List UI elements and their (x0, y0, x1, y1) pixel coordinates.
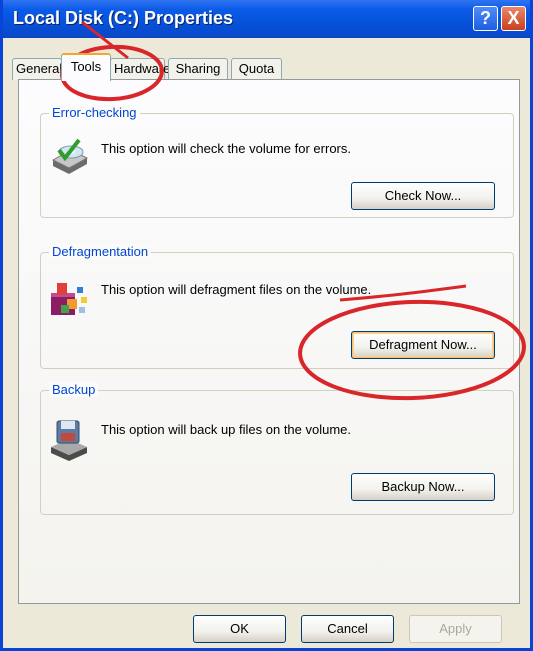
tab-strip: General Tools Hardware Sharing Quota (12, 53, 532, 81)
error-checking-group: Error-checking This option will check th… (40, 105, 514, 218)
defragment-icon (51, 283, 87, 315)
tab-quota[interactable]: Quota (231, 58, 282, 80)
defragmentation-description: This option will defragment files on the… (101, 282, 372, 297)
properties-dialog: Local Disk (C:) Properties ? X General T… (0, 0, 533, 651)
apply-button[interactable]: Apply (409, 615, 502, 643)
backup-legend: Backup (49, 382, 99, 397)
check-now-button[interactable]: Check Now... (351, 182, 495, 210)
help-button[interactable]: ? (473, 6, 498, 31)
defragmentation-legend: Defragmentation (49, 244, 152, 259)
tools-tab-panel: Error-checking This option will check th… (18, 79, 520, 604)
defragment-now-button[interactable]: Defragment Now... (351, 331, 495, 359)
tab-general[interactable]: General (12, 58, 62, 80)
tab-sharing[interactable]: Sharing (168, 58, 228, 80)
defragmentation-group: Defragmentation This option will defragm… (40, 244, 514, 369)
tab-tools[interactable]: Tools (61, 53, 111, 81)
cancel-button[interactable]: Cancel (301, 615, 394, 643)
close-icon: X (507, 8, 520, 28)
window-title: Local Disk (C:) Properties (13, 8, 234, 28)
error-checking-description: This option will check the volume for er… (101, 141, 351, 156)
backup-icon (51, 420, 87, 461)
check-disk-icon (51, 138, 89, 174)
tab-hardware[interactable]: Hardware (110, 58, 170, 80)
ok-button[interactable]: OK (193, 615, 286, 643)
title-bar[interactable]: Local Disk (C:) Properties ? X (3, 0, 530, 38)
backup-description: This option will back up files on the vo… (101, 422, 352, 437)
close-button[interactable]: X (501, 6, 526, 31)
help-icon: ? (480, 8, 491, 28)
error-checking-legend: Error-checking (49, 105, 140, 120)
backup-group: Backup This option will back up files on… (40, 382, 514, 515)
backup-now-button[interactable]: Backup Now... (351, 473, 495, 501)
